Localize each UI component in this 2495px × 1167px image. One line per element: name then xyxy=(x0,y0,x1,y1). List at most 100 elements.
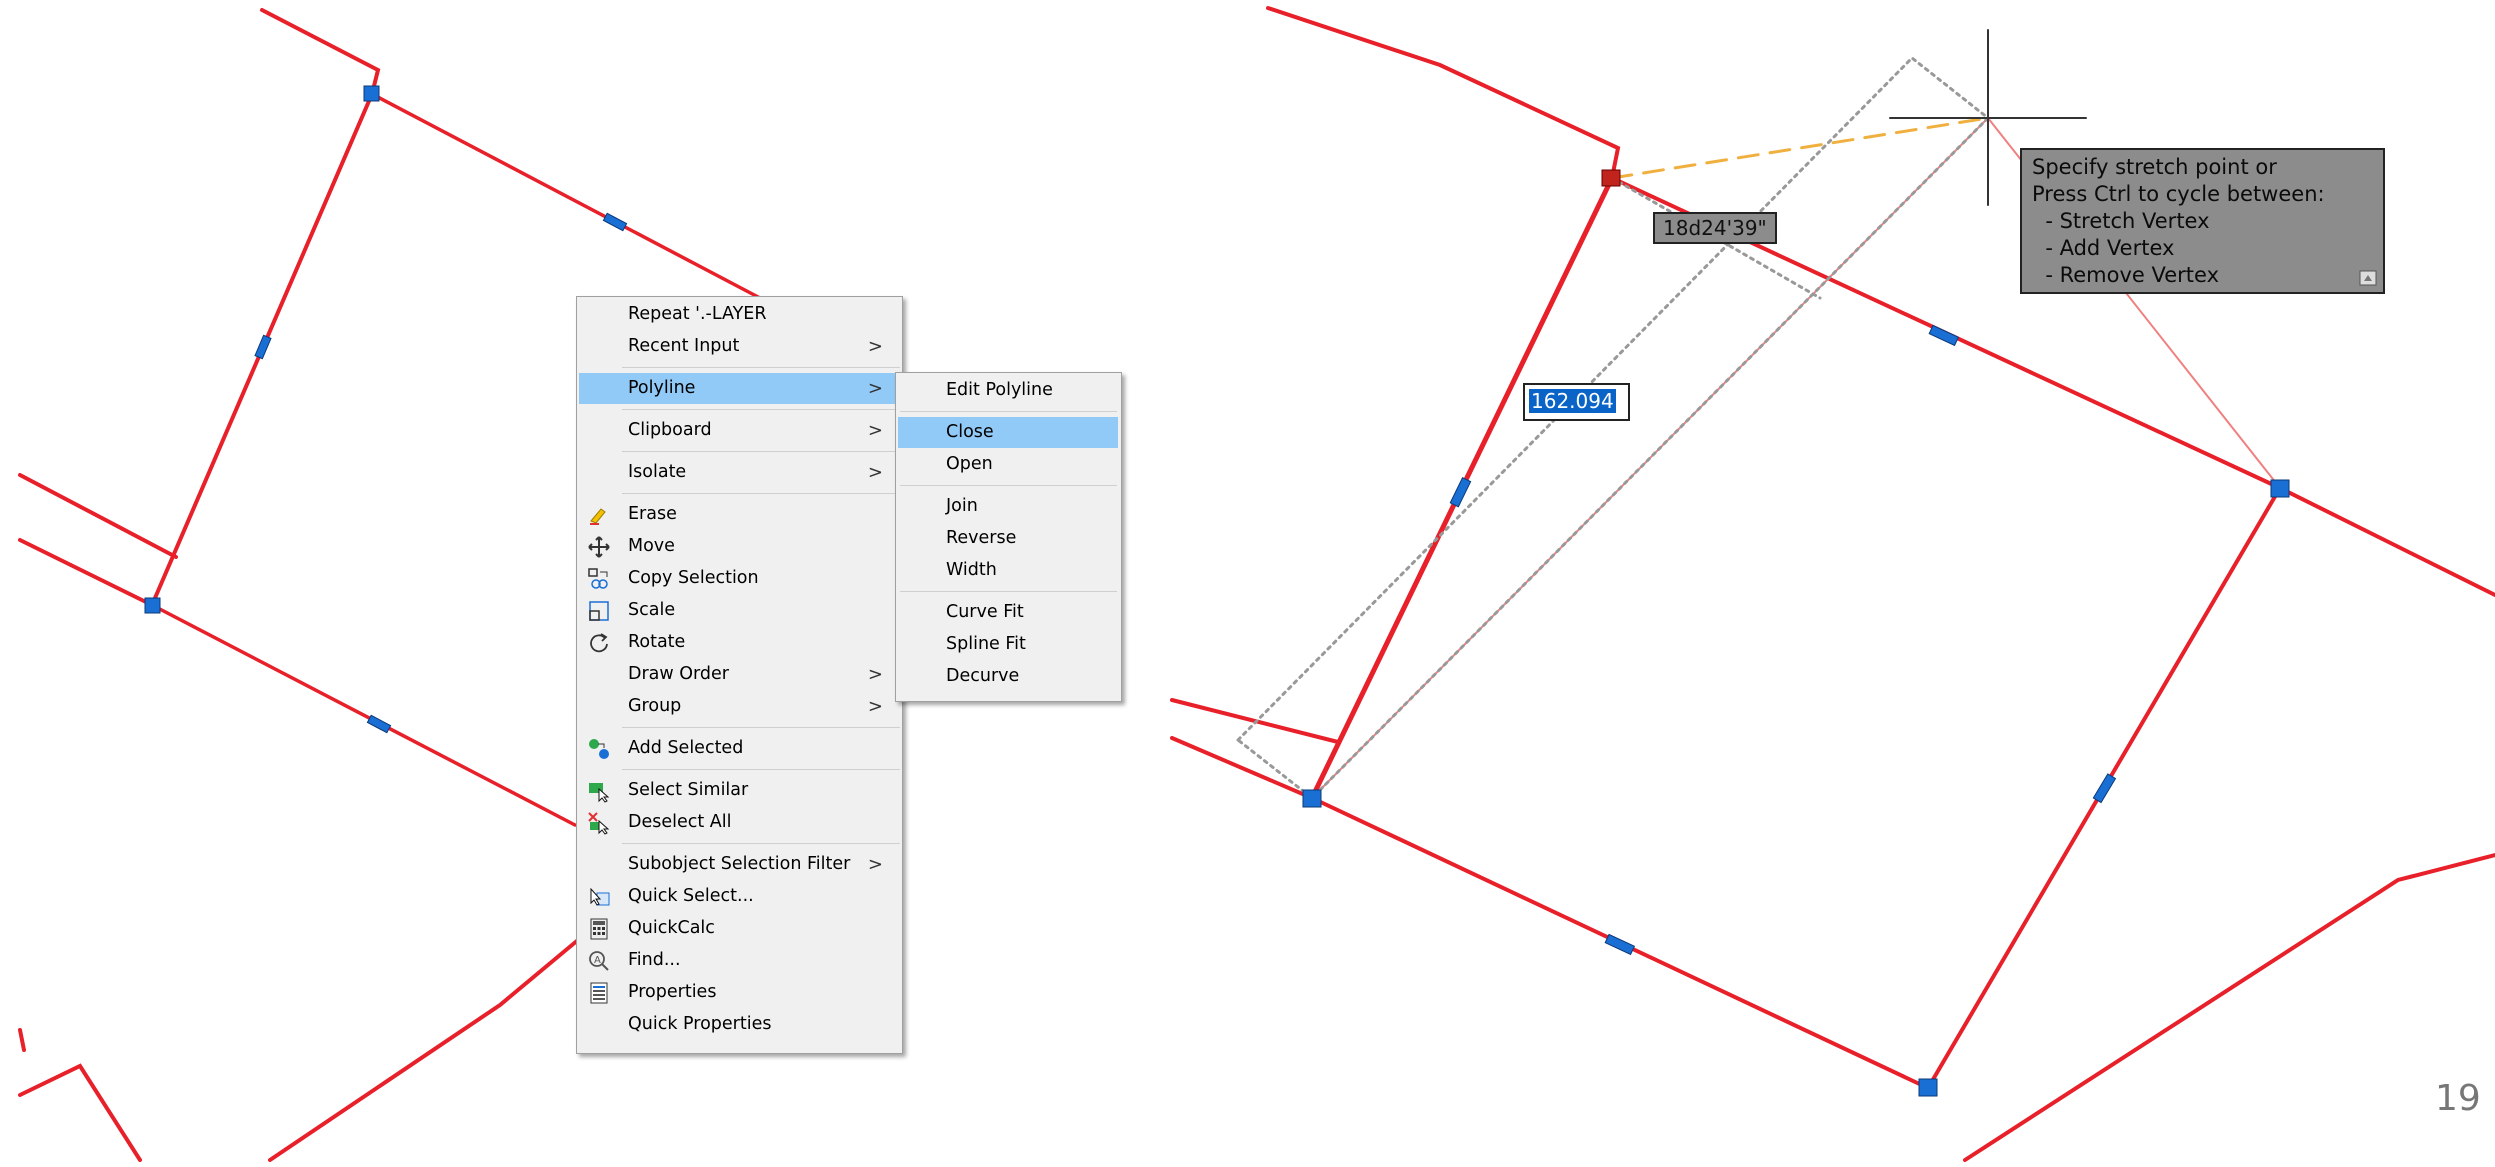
scale-icon xyxy=(589,601,609,621)
command-tooltip: Specify stretch point or Press Ctrl to c… xyxy=(2020,148,2385,294)
menu-divider xyxy=(622,409,900,410)
grip-points-left[interactable] xyxy=(144,85,628,734)
length-input-field[interactable]: 162.094 xyxy=(1523,383,1630,421)
menu-item-label: Erase xyxy=(628,504,677,524)
menu-divider xyxy=(900,411,1117,412)
menu-item-clipboard[interactable]: Clipboard > xyxy=(579,415,899,446)
erase-icon xyxy=(590,508,606,525)
midpoint-grip[interactable] xyxy=(1449,476,1472,508)
vertex-grip[interactable] xyxy=(1302,789,1322,808)
rotate-icon xyxy=(590,633,608,653)
menu-item-quickcalc[interactable]: QuickCalc xyxy=(579,913,899,944)
menu-item-find[interactable]: A Find... xyxy=(579,945,899,976)
midpoint-grip[interactable] xyxy=(602,212,628,232)
submenu-item-edit-polyline[interactable]: Edit Polyline xyxy=(898,375,1118,406)
menu-item-label: Clipboard xyxy=(628,420,712,440)
polyline-left[interactable] xyxy=(18,473,178,559)
menu-item-label: Group xyxy=(628,696,682,716)
select-similar-icon xyxy=(589,783,610,803)
menu-divider xyxy=(622,727,900,728)
find-icon: A xyxy=(589,951,609,971)
chevron-right-icon: > xyxy=(867,378,883,399)
menu-item-add-selected[interactable]: Add Selected xyxy=(579,733,899,764)
vertex-grip[interactable] xyxy=(144,597,161,614)
submenu-item-open[interactable]: Open xyxy=(898,449,1118,480)
menu-item-label: Scale xyxy=(628,600,676,620)
submenu-item-decurve[interactable]: Decurve xyxy=(898,661,1118,692)
quick-select-icon xyxy=(590,887,610,906)
menu-item-copy-selection[interactable]: Copy Selection xyxy=(579,563,899,594)
polyline-bottom-right[interactable] xyxy=(1963,853,2495,1162)
submenu-item-spline-fit[interactable]: Spline Fit xyxy=(898,629,1118,660)
menu-divider xyxy=(622,769,900,770)
menu-divider xyxy=(900,485,1117,486)
menu-item-group[interactable]: Group > xyxy=(579,691,899,722)
submenu-item-label: Edit Polyline xyxy=(946,380,1053,400)
selected-polyline-edge[interactable] xyxy=(2278,486,2495,597)
menu-divider xyxy=(622,367,900,368)
submenu-item-label: Join xyxy=(946,496,978,516)
submenu-item-reverse[interactable]: Reverse xyxy=(898,523,1118,554)
svg-text:A: A xyxy=(594,955,601,966)
menu-item-label: Find... xyxy=(628,950,681,970)
menu-item-label: Quick Select... xyxy=(628,886,754,906)
midpoint-grip[interactable] xyxy=(2092,773,2117,804)
menu-item-label: Rotate xyxy=(628,632,686,652)
add-selected-icon xyxy=(589,739,609,759)
polyline-left[interactable] xyxy=(18,538,154,607)
menu-divider xyxy=(900,591,1117,592)
menu-item-label: Move xyxy=(628,536,675,556)
polyline-top-boundary[interactable] xyxy=(260,8,381,96)
length-input-value: 162.094 xyxy=(1529,389,1616,413)
menu-item-draw-order[interactable]: Draw Order > xyxy=(579,659,899,690)
midpoint-grip[interactable] xyxy=(254,334,272,360)
vertex-grip[interactable] xyxy=(2270,479,2290,498)
polyline-edge[interactable] xyxy=(18,1028,26,1052)
menu-item-isolate[interactable]: Isolate > xyxy=(579,457,899,488)
selected-polyline[interactable] xyxy=(370,92,762,300)
polyline-bottom[interactable] xyxy=(268,938,580,1162)
menu-item-move[interactable]: Move xyxy=(579,531,899,562)
submenu-item-label: Spline Fit xyxy=(946,634,1026,654)
submenu-item-curve-fit[interactable]: Curve Fit xyxy=(898,597,1118,628)
selected-polyline[interactable] xyxy=(150,603,577,827)
menu-divider xyxy=(622,493,900,494)
menu-item-repeat-layer[interactable]: Repeat '.-LAYER xyxy=(579,299,899,330)
grip-points-right[interactable] xyxy=(1302,169,2290,1097)
vertex-grip[interactable] xyxy=(1918,1078,1938,1097)
polyline-bottom-left[interactable] xyxy=(18,1063,142,1162)
menu-item-label: Subobject Selection Filter xyxy=(628,854,851,874)
menu-item-subobject-selection-filter[interactable]: Subobject Selection Filter > xyxy=(579,849,899,880)
vertex-grip-active[interactable] xyxy=(1601,169,1621,187)
menu-item-properties[interactable]: Properties xyxy=(579,977,899,1008)
submenu-item-label: Width xyxy=(946,560,997,580)
chevron-right-icon: > xyxy=(867,336,883,357)
menu-item-rotate[interactable]: Rotate xyxy=(579,627,899,658)
submenu-item-join[interactable]: Join xyxy=(898,491,1118,522)
midpoint-grip[interactable] xyxy=(1928,324,1960,347)
menu-item-scale[interactable]: Scale xyxy=(579,595,899,626)
menu-item-quick-select[interactable]: Quick Select... xyxy=(579,881,899,912)
context-menu: Repeat '.-LAYER Recent Input > Polyline > … xyxy=(576,296,903,1054)
polyline-top-boundary[interactable] xyxy=(1266,6,1621,180)
menu-item-label: Select Similar xyxy=(628,780,749,800)
menu-item-select-similar[interactable]: Select Similar xyxy=(579,775,899,806)
polyline-bottom-left[interactable] xyxy=(1170,736,1314,800)
menu-item-label: Recent Input xyxy=(628,336,740,356)
tooltip-text: Specify stretch point or Press Ctrl to c… xyxy=(2032,155,2325,287)
menu-item-label: Draw Order xyxy=(628,664,730,684)
menu-item-deselect-all[interactable]: Deselect All xyxy=(579,807,899,838)
midpoint-grip[interactable] xyxy=(366,714,392,734)
menu-item-label: Add Selected xyxy=(628,738,744,758)
midpoint-grip[interactable] xyxy=(1604,933,1636,956)
menu-item-polyline[interactable]: Polyline > xyxy=(579,373,899,404)
menu-item-recent-input[interactable]: Recent Input > xyxy=(579,331,899,362)
menu-item-quick-properties[interactable]: Quick Properties xyxy=(579,1009,899,1040)
menu-item-label: QuickCalc xyxy=(628,918,715,938)
copy-selection-icon xyxy=(588,568,608,589)
submenu-item-close[interactable]: Close xyxy=(898,417,1118,448)
menu-item-erase[interactable]: Erase xyxy=(579,499,899,530)
vertex-grip[interactable] xyxy=(363,85,380,102)
submenu-item-width[interactable]: Width xyxy=(898,555,1118,586)
submenu-item-label: Close xyxy=(946,422,994,442)
